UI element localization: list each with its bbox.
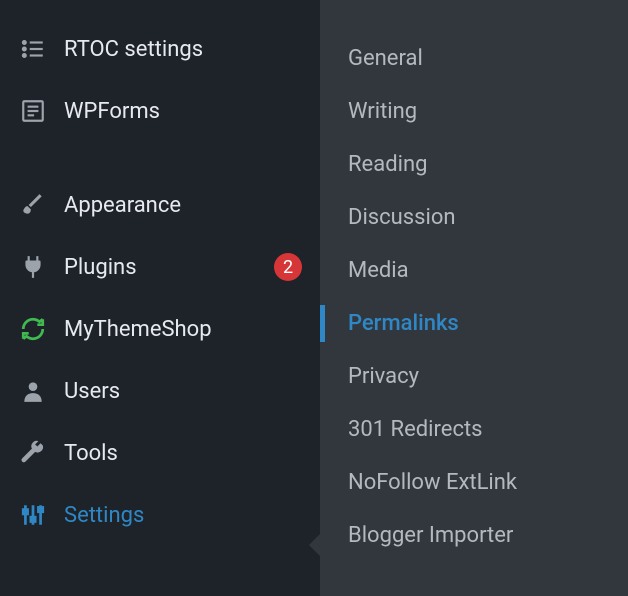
submenu-item-media[interactable]: Media [320,244,628,297]
sidebar-item-label: WPForms [64,99,302,124]
user-icon [18,376,48,406]
form-icon [18,96,48,126]
sidebar-item-appearance[interactable]: Appearance [0,174,320,236]
submenu-item-permalinks[interactable]: Permalinks [320,297,628,350]
sidebar-item-label: Plugins [64,255,264,280]
sidebar-item-label: RTOC settings [64,37,302,62]
submenu-label: 301 Redirects [348,417,483,442]
settings-submenu: General Writing Reading Discussion Media… [320,0,628,596]
brush-icon [18,190,48,220]
sidebar-item-users[interactable]: Users [0,360,320,422]
submenu-label: Blogger Importer [348,523,513,548]
sidebar-item-mythemeshop[interactable]: MyThemeShop [0,298,320,360]
submenu-label: Reading [348,152,427,177]
sidebar-item-label: MyThemeShop [64,317,302,342]
submenu-label: Privacy [348,364,419,389]
admin-sidebar: RTOC settings WPForms Appearance Plugins [0,0,320,596]
submenu-label: Media [348,258,409,283]
submenu-label: Discussion [348,205,456,230]
sidebar-item-plugins[interactable]: Plugins 2 [0,236,320,298]
sidebar-item-label: Appearance [64,193,302,218]
plug-icon [18,252,48,282]
sidebar-item-label: Settings [64,503,302,528]
submenu-item-nofollow-extlink[interactable]: NoFollow ExtLink [320,456,628,509]
submenu-item-privacy[interactable]: Privacy [320,350,628,403]
submenu-label: NoFollow ExtLink [348,470,517,495]
sidebar-item-rtoc-settings[interactable]: RTOC settings [0,18,320,80]
submenu-label: General [348,46,423,71]
submenu-label: Permalinks [348,311,459,336]
sidebar-item-tools[interactable]: Tools [0,422,320,484]
update-count-badge: 2 [274,253,302,281]
sidebar-item-label: Tools [64,441,302,466]
submenu-item-writing[interactable]: Writing [320,85,628,138]
sidebar-item-settings[interactable]: Settings [0,484,320,546]
sidebar-item-wpforms[interactable]: WPForms [0,80,320,142]
refresh-icon [18,314,48,344]
submenu-item-general[interactable]: General [320,32,628,85]
submenu-label: Writing [348,99,417,124]
wrench-icon [18,438,48,468]
submenu-item-301-redirects[interactable]: 301 Redirects [320,403,628,456]
list-icon [18,34,48,64]
submenu-item-blogger-importer[interactable]: Blogger Importer [320,509,628,562]
submenu-item-reading[interactable]: Reading [320,138,628,191]
submenu-item-discussion[interactable]: Discussion [320,191,628,244]
sliders-icon [18,500,48,530]
sidebar-item-label: Users [64,379,302,404]
